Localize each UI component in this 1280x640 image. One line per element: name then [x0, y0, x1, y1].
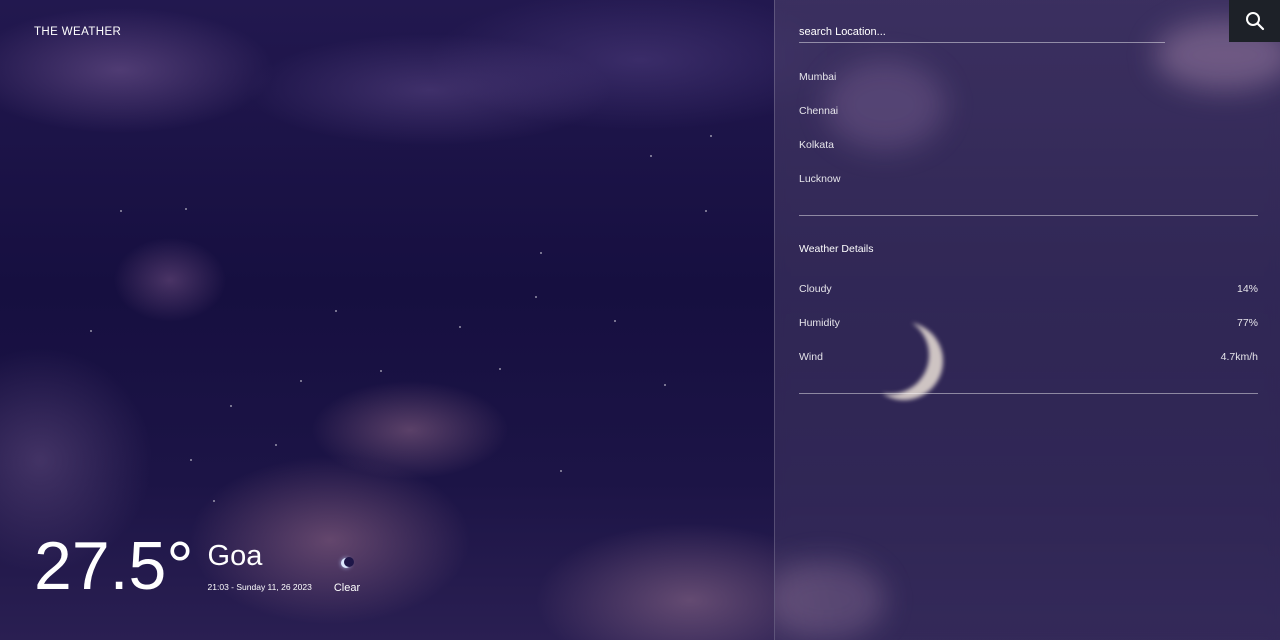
- cloud-glow: [775, 560, 885, 640]
- side-panel: Mumbai Chennai Kolkata Lucknow Weather D…: [774, 0, 1280, 640]
- detail-row-humidity: Humidity 77%: [799, 316, 1258, 350]
- location-block: Goa 21:03 - Sunday 11, 26 2023: [208, 540, 312, 600]
- location-item[interactable]: Lucknow: [799, 172, 840, 206]
- star: [705, 210, 707, 212]
- current-weather: 27.5° Goa 21:03 - Sunday 11, 26 2023 Cle…: [34, 532, 360, 600]
- detail-value: 14%: [1236, 283, 1258, 295]
- star: [560, 470, 562, 472]
- city-name: Goa: [207, 540, 263, 572]
- star: [120, 210, 122, 212]
- star: [710, 135, 712, 137]
- star: [380, 370, 382, 372]
- details-title: Weather Details: [799, 243, 874, 255]
- location-item[interactable]: Chennai: [799, 104, 840, 138]
- condition-label: Clear: [333, 582, 361, 594]
- detail-value: 4.7km/h: [1220, 351, 1258, 363]
- location-item[interactable]: Mumbai: [799, 70, 840, 104]
- star: [614, 320, 616, 322]
- star: [540, 252, 542, 254]
- datetime: 21:03 - Sunday 11, 26 2023: [207, 582, 312, 592]
- search-icon: [1246, 12, 1265, 31]
- star: [664, 384, 666, 386]
- detail-label: Humidity: [799, 317, 840, 329]
- star: [335, 310, 337, 312]
- brand-logo: THE WEATHER: [34, 26, 122, 38]
- detail-row-wind: Wind 4.7km/h: [799, 350, 1258, 384]
- detail-label: Cloudy: [799, 283, 832, 295]
- star: [230, 405, 232, 407]
- star: [535, 296, 537, 298]
- star: [213, 500, 215, 502]
- divider: [799, 393, 1258, 394]
- location-item[interactable]: Kolkata: [799, 138, 840, 172]
- location-list: Mumbai Chennai Kolkata Lucknow: [799, 70, 840, 206]
- search-button[interactable]: [1229, 0, 1280, 42]
- star: [499, 368, 501, 370]
- crescent-moon-icon: [340, 557, 354, 570]
- star: [190, 459, 192, 461]
- star: [300, 380, 302, 382]
- detail-row-cloudy: Cloudy 14%: [799, 282, 1258, 316]
- condition-block: Clear: [333, 557, 361, 600]
- star: [275, 444, 277, 446]
- temperature: 27.5°: [34, 528, 194, 604]
- star: [650, 155, 652, 157]
- detail-label: Wind: [799, 351, 823, 363]
- detail-value: 77%: [1236, 317, 1258, 329]
- search-input[interactable]: [799, 22, 1165, 43]
- cloud-glow: [825, 60, 945, 150]
- star: [459, 326, 461, 328]
- star: [90, 330, 92, 332]
- divider: [799, 215, 1258, 216]
- weather-details: Cloudy 14% Humidity 77% Wind 4.7km/h: [799, 282, 1258, 384]
- star: [185, 208, 187, 210]
